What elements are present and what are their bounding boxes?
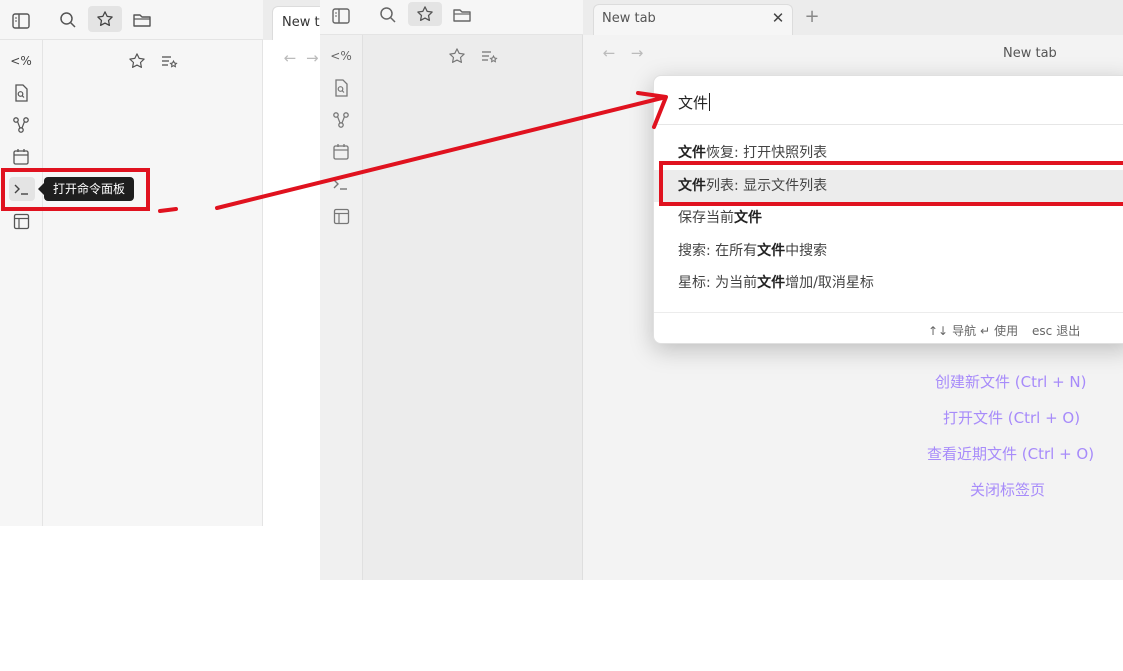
annotation-arrow bbox=[158, 91, 668, 213]
